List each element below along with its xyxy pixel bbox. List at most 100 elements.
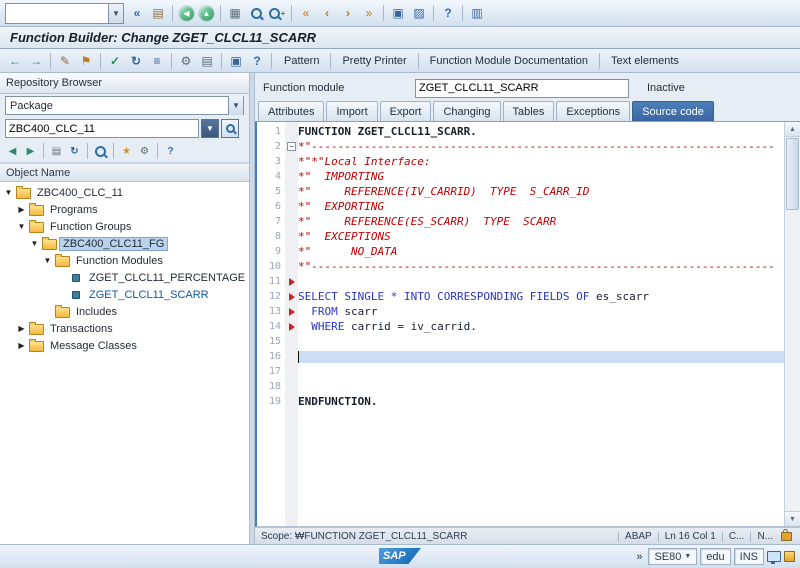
- create-shortcut-icon[interactable]: ▨: [409, 3, 429, 23]
- favorites-icon[interactable]: ★: [118, 143, 135, 160]
- tree-item-zget-clcl11-percentage[interactable]: ZGET_CLCL11_PERCENTAGE: [0, 269, 249, 286]
- tab-exceptions[interactable]: Exceptions: [556, 101, 631, 121]
- object-list-icon[interactable]: ≡: [147, 51, 167, 71]
- code-line[interactable]: 12 SELECT SINGLE * INTO CORRESPONDING FIE…: [257, 289, 784, 304]
- tab-source-code[interactable]: Source code: [632, 101, 714, 121]
- first-page-icon[interactable]: «: [296, 3, 316, 23]
- monitor-icon[interactable]: [767, 551, 781, 564]
- customize-layout-icon[interactable]: ▥: [467, 3, 487, 23]
- chevron-down-icon[interactable]: ▼: [684, 553, 691, 560]
- syntax-check-icon[interactable]: ✓: [105, 51, 125, 71]
- browser-type-select[interactable]: Package ▼: [5, 96, 244, 115]
- tree-item-includes[interactable]: Includes: [0, 303, 249, 320]
- tree-item-function-modules[interactable]: ▼ Function Modules: [0, 252, 249, 269]
- code-line[interactable]: 15: [257, 334, 784, 349]
- code-area[interactable]: 1 FUNCTION ZGET_CLCL11_SCARR. 2− *"--------…: [257, 122, 784, 526]
- tab-changing[interactable]: Changing: [433, 101, 501, 121]
- message-log-icon[interactable]: [784, 551, 795, 562]
- new-session-icon[interactable]: ▣: [388, 3, 408, 23]
- expand-icon[interactable]: ▶: [17, 341, 26, 350]
- where-used-icon[interactable]: ↻: [126, 51, 146, 71]
- find-next-icon[interactable]: +: [267, 3, 287, 23]
- copy-icon[interactable]: ▤: [197, 51, 217, 71]
- history-dropdown-icon[interactable]: ▼: [201, 119, 219, 138]
- code-line[interactable]: 18: [257, 379, 784, 394]
- next-page-icon[interactable]: ›: [338, 3, 358, 23]
- code-line[interactable]: 10 *"------------------------------------…: [257, 259, 784, 274]
- collapse-icon[interactable]: ▼: [4, 188, 13, 197]
- code-line[interactable]: 14 WHERE carrid = iv_carrid.: [257, 319, 784, 334]
- find-icon[interactable]: [92, 143, 109, 160]
- tree-item-zbc400-clc-11[interactable]: ▼ ZBC400_CLC_11: [0, 184, 249, 201]
- button-pattern[interactable]: Pattern: [277, 53, 326, 69]
- previous-page-icon[interactable]: ‹: [317, 3, 337, 23]
- editor-vertical-scrollbar[interactable]: ▲ ▼: [784, 122, 800, 526]
- last-page-icon[interactable]: »: [359, 3, 379, 23]
- command-input[interactable]: [6, 5, 108, 21]
- tab-tables[interactable]: Tables: [502, 101, 555, 121]
- tree-item-zbc400-clc11-fg[interactable]: ▼ ZBC400_CLC11_FG: [0, 235, 249, 252]
- back-arrow-icon[interactable]: ←: [5, 51, 25, 71]
- tab-export[interactable]: Export: [379, 101, 432, 121]
- forward-arrow-icon[interactable]: →: [26, 51, 46, 71]
- exit-icon[interactable]: ▲: [199, 5, 214, 21]
- tree-item-transactions[interactable]: ▶ Transactions: [0, 320, 249, 337]
- test-icon[interactable]: ⚙: [176, 51, 196, 71]
- insert-mode-field[interactable]: INS: [733, 548, 764, 565]
- collapse-icon[interactable]: ▼: [17, 222, 26, 231]
- tree-item-zget-clcl11-scarr[interactable]: ZGET_CLCL11_SCARR: [0, 286, 249, 303]
- code-line[interactable]: 5 *" REFERENCE(IV_CARRID) TYPE S_CARR_ID: [257, 184, 784, 199]
- activate-icon[interactable]: ⚑: [76, 51, 96, 71]
- code-line[interactable]: 6 *" EXPORTING: [257, 199, 784, 214]
- code-line[interactable]: 11: [257, 274, 784, 289]
- expand-icon[interactable]: ▶: [17, 324, 26, 333]
- settings-icon[interactable]: ⚙: [136, 143, 153, 160]
- info-icon[interactable]: ?: [247, 51, 267, 71]
- tab-attributes[interactable]: Attributes: [258, 101, 325, 121]
- button-text-elements[interactable]: Text elements: [604, 53, 686, 69]
- code-line[interactable]: 3 *"*"Local Interface:: [257, 154, 784, 169]
- code-line[interactable]: 8 *" EXCEPTIONS: [257, 229, 784, 244]
- code-line[interactable]: 17: [257, 364, 784, 379]
- code-line[interactable]: 2− *"------------------------------------…: [257, 139, 784, 154]
- scroll-up-icon[interactable]: ▲: [785, 122, 800, 137]
- enter-icon[interactable]: «: [127, 3, 147, 23]
- back-icon[interactable]: ◀: [179, 5, 194, 21]
- command-field[interactable]: ▼: [5, 2, 124, 24]
- code-line[interactable]: 13 FROM scarr: [257, 304, 784, 319]
- function-module-input[interactable]: [415, 78, 629, 98]
- collapse-icon[interactable]: ▼: [30, 239, 39, 248]
- display-change-icon[interactable]: ✎: [55, 51, 75, 71]
- tab-import[interactable]: Import: [326, 101, 378, 121]
- tree-item-function-groups[interactable]: ▼ Function Groups: [0, 218, 249, 235]
- button-function-module-documentation[interactable]: Function Module Documentation: [423, 53, 595, 69]
- command-dropdown-icon[interactable]: ▼: [108, 3, 123, 23]
- help-icon[interactable]: ?: [162, 143, 179, 160]
- transaction-field[interactable]: SE80 ▼: [648, 548, 698, 565]
- source-code-editor[interactable]: 1 FUNCTION ZGET_CLCL11_SCARR. 2− *"--------…: [255, 122, 800, 527]
- goto-icon[interactable]: ▣: [226, 51, 246, 71]
- forward-icon[interactable]: ▶: [22, 143, 39, 160]
- expand-icon[interactable]: ▶: [17, 205, 26, 214]
- scrollbar-thumb[interactable]: [786, 138, 799, 210]
- code-line[interactable]: 7 *" REFERENCE(ES_SCARR) TYPE SCARR: [257, 214, 784, 229]
- code-line[interactable]: 9 *" NO_DATA: [257, 244, 784, 259]
- statusbar-expand-button[interactable]: »: [633, 551, 645, 563]
- fold-collapse-icon[interactable]: −: [285, 139, 298, 154]
- tree-item-programs[interactable]: ▶ Programs: [0, 201, 249, 218]
- save-icon[interactable]: ▤: [148, 3, 168, 23]
- back-icon[interactable]: ◀: [4, 143, 21, 160]
- tree-item-message-classes[interactable]: ▶ Message Classes: [0, 337, 249, 354]
- scroll-down-icon[interactable]: ▼: [785, 511, 800, 526]
- print-icon[interactable]: ▦: [225, 3, 245, 23]
- code-line[interactable]: 1 FUNCTION ZGET_CLCL11_SCARR.: [257, 124, 784, 139]
- code-line[interactable]: 16: [257, 349, 784, 364]
- find-icon[interactable]: [246, 3, 266, 23]
- help-icon[interactable]: ?: [438, 3, 458, 23]
- collapse-icon[interactable]: ▼: [43, 256, 52, 265]
- hide-browser-icon[interactable]: ▤: [48, 143, 65, 160]
- refresh-icon[interactable]: ↻: [66, 143, 83, 160]
- display-object-icon[interactable]: [221, 119, 239, 138]
- code-line[interactable]: 19 ENDFUNCTION.: [257, 394, 784, 409]
- code-line[interactable]: 4 *" IMPORTING: [257, 169, 784, 184]
